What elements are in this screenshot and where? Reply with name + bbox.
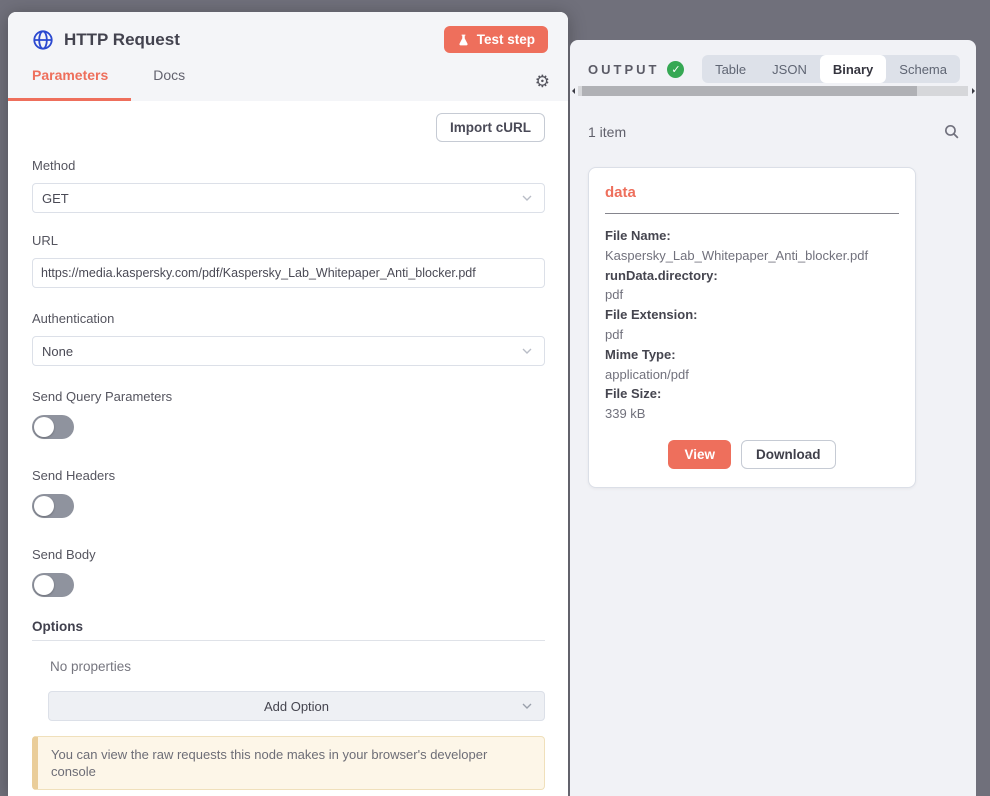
node-title-row: HTTP Request Test step	[32, 26, 548, 53]
scrollbar-thumb[interactable]	[582, 86, 917, 96]
tab-binary[interactable]: Binary	[820, 55, 886, 83]
method-value: GET	[42, 191, 69, 206]
search-icon[interactable]	[943, 123, 960, 140]
horizontal-scrollbar[interactable]	[570, 85, 976, 97]
file-extension-field: File Extension: pdf	[605, 305, 899, 345]
view-button[interactable]: View	[668, 440, 731, 469]
node-panel-header: HTTP Request Test step Parameters Docs ⚙	[8, 12, 568, 101]
field-value: application/pdf	[605, 365, 899, 385]
flask-icon	[457, 33, 470, 47]
field-label: runData.directory:	[605, 266, 899, 286]
field-label: Mime Type:	[605, 345, 899, 365]
rundata-directory-field: runData.directory: pdf	[605, 266, 899, 306]
tab-table[interactable]: Table	[702, 55, 759, 83]
node-parameters-body: Import cURL Method GET URL Authenticatio…	[8, 101, 568, 790]
binary-card-buttons: View Download	[605, 440, 899, 469]
scrollbar-left-arrow[interactable]	[572, 88, 575, 94]
globe-icon	[32, 29, 54, 51]
file-size-field: File Size: 339 kB	[605, 384, 899, 424]
success-check-icon: ✓	[667, 61, 684, 78]
binary-data-card: data File Name: Kaspersky_Lab_Whitepaper…	[588, 167, 916, 488]
send-body-label: Send Body	[32, 547, 545, 562]
active-tab-underline	[8, 98, 131, 101]
tab-parameters[interactable]: Parameters	[32, 67, 108, 83]
output-title: OUTPUT	[588, 62, 659, 77]
authentication-select[interactable]: None	[32, 336, 545, 366]
method-select[interactable]: GET	[32, 183, 545, 213]
output-panel: OUTPUT ✓ Table JSON Binary Schema 1 item…	[570, 40, 976, 796]
send-query-parameters-toggle[interactable]	[32, 415, 74, 439]
gear-icon[interactable]: ⚙	[535, 72, 550, 92]
card-divider	[605, 213, 899, 214]
method-label: Method	[32, 158, 545, 173]
chevron-down-icon	[519, 698, 535, 714]
send-query-parameters-label: Send Query Parameters	[32, 389, 545, 404]
mime-type-field: Mime Type: application/pdf	[605, 345, 899, 385]
items-count: 1 item	[588, 124, 626, 140]
authentication-value: None	[42, 344, 73, 359]
field-value: pdf	[605, 325, 899, 345]
authentication-label: Authentication	[32, 311, 545, 326]
file-name-field: File Name: Kaspersky_Lab_Whitepaper_Anti…	[605, 226, 899, 266]
download-button[interactable]: Download	[741, 440, 836, 469]
options-empty-text: No properties	[50, 659, 545, 674]
send-headers-toggle[interactable]	[32, 494, 74, 518]
field-value: Kaspersky_Lab_Whitepaper_Anti_blocker.pd…	[605, 246, 899, 266]
tab-json[interactable]: JSON	[759, 55, 820, 83]
node-tabs: Parameters Docs	[28, 67, 548, 83]
url-label: URL	[32, 233, 545, 248]
field-label: File Name:	[605, 226, 899, 246]
field-label: File Size:	[605, 384, 899, 404]
test-step-label: Test step	[477, 32, 535, 47]
scrollbar-right-arrow[interactable]	[972, 88, 975, 94]
add-option-label: Add Option	[264, 699, 329, 714]
send-headers-label: Send Headers	[32, 468, 545, 483]
options-section-heading: Options	[32, 619, 545, 641]
output-header: OUTPUT ✓ Table JSON Binary Schema	[570, 40, 976, 83]
send-body-toggle[interactable]	[32, 573, 74, 597]
http-request-node-panel: HTTP Request Test step Parameters Docs ⚙…	[8, 12, 568, 796]
add-option-button[interactable]: Add Option	[48, 691, 545, 721]
tab-docs[interactable]: Docs	[153, 67, 185, 83]
field-value: pdf	[605, 285, 899, 305]
toggle-knob	[34, 417, 54, 437]
page-title: HTTP Request	[64, 30, 180, 50]
field-label: File Extension:	[605, 305, 899, 325]
binary-key-title: data	[605, 184, 899, 201]
import-curl-row: Import cURL	[32, 113, 545, 142]
chevron-down-icon	[519, 343, 535, 359]
field-value: 339 kB	[605, 404, 899, 424]
toggle-knob	[34, 575, 54, 595]
test-step-button[interactable]: Test step	[444, 26, 548, 53]
developer-console-notice: You can view the raw requests this node …	[32, 736, 545, 790]
tab-schema[interactable]: Schema	[886, 55, 960, 83]
toggle-knob	[34, 496, 54, 516]
url-input[interactable]	[32, 258, 545, 288]
output-items-row: 1 item	[570, 123, 976, 140]
output-view-tabs: Table JSON Binary Schema	[702, 55, 960, 83]
import-curl-button[interactable]: Import cURL	[436, 113, 545, 142]
chevron-down-icon	[519, 190, 535, 206]
